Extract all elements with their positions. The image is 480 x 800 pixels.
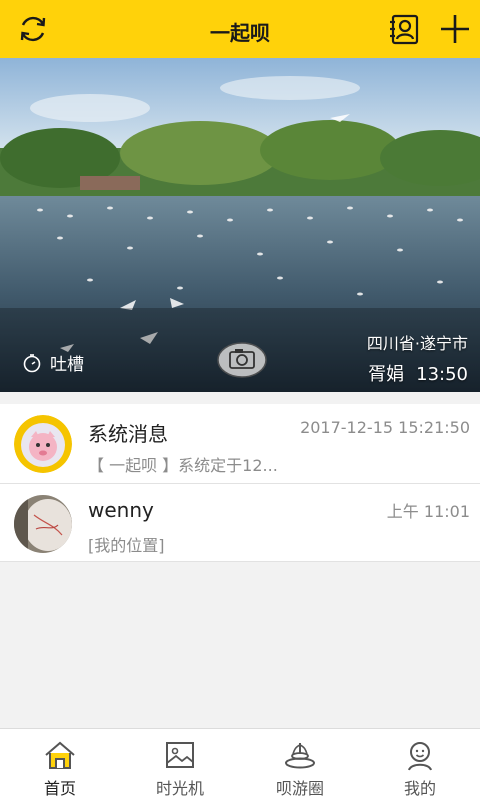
featured-photo[interactable]: 吐槽 四川省·遂宁市 胥娟 13:50 [0, 58, 480, 392]
tab-home[interactable]: 首页 [0, 729, 120, 800]
fountain-icon [285, 743, 315, 769]
list-item[interactable]: 系统消息 2017-12-15 15:21:50 【 一起呗 】系统定于12..… [0, 404, 480, 484]
message-time: 上午 11:01 [386, 502, 470, 521]
tab-me[interactable]: 我的 [360, 729, 480, 800]
post-time: 13:50 [416, 364, 468, 385]
author-name: 胥娟 [368, 364, 405, 385]
tab-label: 呗游圈 [275, 779, 324, 798]
contacts-icon[interactable] [388, 12, 422, 46]
bottom-tab-bar: 首页 时光机 呗游圈 我的 [0, 728, 480, 800]
sender-name: wenny [88, 498, 154, 522]
timer-icon [23, 353, 41, 372]
message-preview: 【 一起呗 】系统定于12... [88, 456, 278, 475]
avatar [14, 415, 72, 473]
location-text: 四川省·遂宁市 [366, 334, 468, 353]
list-item[interactable]: wenny 上午 11:01 [我的位置] [0, 484, 480, 562]
tab-time-machine[interactable]: 时光机 [120, 729, 240, 800]
home-icon [45, 741, 75, 769]
tucao-button[interactable]: 吐槽 [22, 350, 84, 375]
post-info: 四川省·遂宁市 胥娟 13:50 [367, 330, 468, 386]
tab-label: 我的 [403, 779, 436, 798]
tucao-label: 吐槽 [50, 355, 84, 375]
message-time: 2017-12-15 15:21:50 [300, 418, 470, 437]
message-preview: [我的位置] [88, 536, 165, 555]
person-icon [408, 742, 432, 771]
top-bar: 一起呗 [0, 0, 480, 58]
tab-label: 首页 [43, 779, 76, 798]
camera-icon[interactable] [216, 338, 268, 380]
plus-icon[interactable] [438, 12, 472, 46]
tab-travel-circle[interactable]: 呗游圈 [240, 729, 360, 800]
picture-icon [166, 742, 194, 768]
tab-label: 时光机 [155, 779, 204, 798]
message-list: 系统消息 2017-12-15 15:21:50 【 一起呗 】系统定于12..… [0, 404, 480, 562]
avatar [14, 495, 72, 553]
sender-name: 系统消息 [88, 422, 168, 446]
